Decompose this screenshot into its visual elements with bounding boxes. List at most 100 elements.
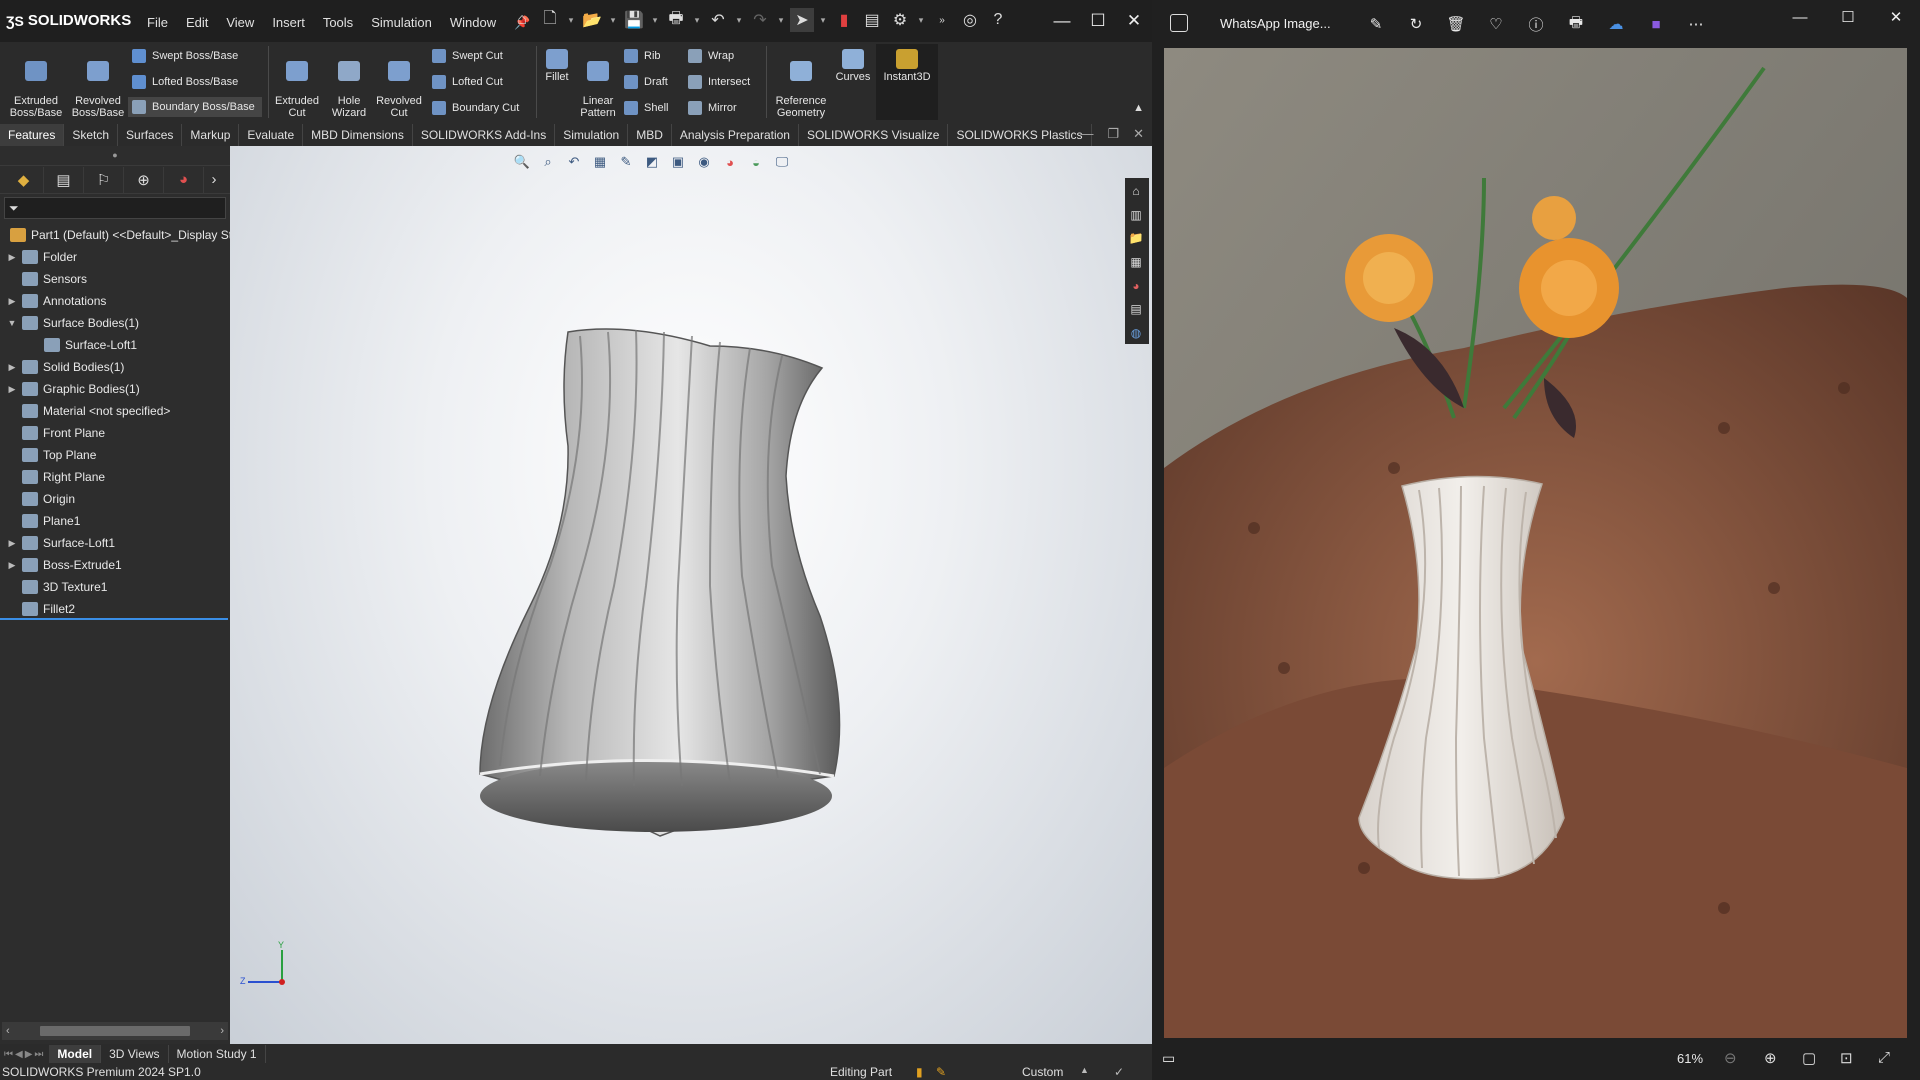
tab-motion-study[interactable]: Motion Study 1 — [169, 1045, 266, 1063]
hole-wizard-button[interactable]: Hole Wizard — [324, 46, 374, 119]
display-manager-tab-icon[interactable]: ◕ — [164, 166, 204, 193]
tab-sketch[interactable]: Sketch — [64, 124, 119, 146]
file-explorer-icon[interactable]: 📁 — [1125, 227, 1147, 249]
traffic-light-icon[interactable]: ▮ — [832, 8, 856, 32]
tree-node[interactable]: ▶ Annotations — [0, 290, 230, 312]
tree-node[interactable]: Surface-Loft1 — [0, 334, 230, 356]
revolved-cut-button[interactable]: Revolved Cut — [374, 46, 424, 119]
last-tab-icon[interactable]: ⏭ — [34, 1049, 43, 1060]
rollback-bar[interactable] — [0, 618, 228, 620]
quick-tips-icon[interactable]: ✓ — [1114, 1065, 1124, 1079]
tab-plastics[interactable]: SOLIDWORKS Plastics — [948, 124, 1092, 146]
edit-image-icon[interactable]: ✎ — [1362, 10, 1390, 38]
display-style-icon[interactable]: ▣ — [668, 152, 688, 172]
horizontal-scrollbar[interactable]: ‹ › — [2, 1022, 228, 1040]
favorite-heart-icon[interactable]: ♡ — [1482, 10, 1510, 38]
photo-viewer[interactable] — [1164, 48, 1907, 1038]
redo-icon[interactable]: ↷ — [748, 8, 772, 32]
save-icon[interactable]: 💾 — [622, 8, 646, 32]
tree-node[interactable]: Right Plane — [0, 466, 230, 488]
tree-filter[interactable]: ⏷ — [4, 197, 226, 219]
dimxpert-tab-icon[interactable]: ⊕ — [124, 166, 164, 193]
tree-node[interactable]: 3D Texture1 — [0, 576, 230, 598]
tree-node[interactable]: Sensors — [0, 268, 230, 290]
shell-button[interactable]: Shell — [624, 101, 668, 115]
close-icon[interactable]: ✕ — [1872, 0, 1920, 34]
intersect-button[interactable]: Intersect — [688, 75, 750, 89]
reference-geometry-button[interactable]: Reference Geometry — [770, 46, 832, 119]
chevron-down-icon[interactable]: ▾ — [566, 15, 576, 26]
tree-node[interactable]: ▶ Solid Bodies(1) — [0, 356, 230, 378]
tree-node[interactable]: Top Plane — [0, 444, 230, 466]
revolved-boss-button[interactable]: Revolved Boss/Base — [68, 46, 128, 119]
close-icon[interactable]: ✕ — [1116, 0, 1152, 42]
tab-surfaces[interactable]: Surfaces — [118, 124, 183, 146]
menu-simulation[interactable]: Simulation — [362, 12, 441, 34]
tree-node[interactable]: Plane1 — [0, 510, 230, 532]
unit-dropdown-icon[interactable]: ▲ — [1080, 1065, 1089, 1075]
tab-model[interactable]: Model — [49, 1045, 102, 1063]
view-orientation-icon[interactable]: ◩ — [642, 152, 662, 172]
scroll-right-icon[interactable]: › — [220, 1025, 224, 1037]
clipchamp-icon[interactable]: ■ — [1642, 10, 1670, 38]
unit-system[interactable]: Custom — [1022, 1065, 1063, 1079]
sw-resources-icon[interactable]: ⌂ — [1125, 180, 1147, 202]
tree-node[interactable]: Fillet2 — [0, 598, 230, 620]
chevron-down-icon[interactable]: ▾ — [650, 15, 660, 26]
options-gear-icon[interactable]: ⚙ — [888, 8, 912, 32]
tree-node[interactable]: Front Plane — [0, 422, 230, 444]
fullscreen-icon[interactable]: ⤢ — [1878, 1049, 1890, 1066]
tree-node[interactable]: Part1 (Default) <<Default>_Display Sta — [0, 224, 230, 246]
print-icon[interactable]: 🖶 — [1562, 10, 1590, 38]
tab-mbd[interactable]: MBD — [628, 124, 672, 146]
panel-grip[interactable]: ● — [0, 146, 230, 166]
menu-window[interactable]: Window — [441, 12, 505, 34]
tab-3d-views[interactable]: 3D Views — [101, 1045, 169, 1063]
home-icon[interactable]: ⌂ — [510, 8, 534, 32]
draft-button[interactable]: Draft — [624, 75, 668, 89]
minimize-icon[interactable]: — — [1776, 0, 1824, 34]
more-icon[interactable]: » — [930, 8, 954, 32]
lofted-cut-button[interactable]: Lofted Cut — [432, 75, 503, 89]
tree-node[interactable]: ▶ Graphic Bodies(1) — [0, 378, 230, 400]
tree-node[interactable]: ▶ Surface-Loft1 — [0, 532, 230, 554]
actual-size-icon[interactable]: ⊡ — [1840, 1049, 1853, 1067]
boundary-cut-button[interactable]: Boundary Cut — [432, 101, 519, 115]
chevron-down-icon[interactable]: ▾ — [608, 15, 618, 26]
tab-simulation[interactable]: Simulation — [555, 124, 629, 146]
tab-mbd-dimensions[interactable]: MBD Dimensions — [303, 124, 413, 146]
chevron-down-icon[interactable]: ▾ — [818, 15, 828, 26]
doc-restore-icon[interactable]: ❐ — [1107, 126, 1119, 142]
boundary-boss-button[interactable]: Boundary Boss/Base — [128, 97, 262, 117]
extruded-boss-button[interactable]: Extruded Boss/Base — [6, 46, 66, 119]
tree-node[interactable]: ▼ Surface Bodies(1) — [0, 312, 230, 334]
hide-show-items-icon[interactable]: ◉ — [694, 152, 714, 172]
design-library-icon[interactable]: ▥ — [1125, 204, 1147, 226]
curves-button[interactable]: Curves — [834, 46, 872, 83]
tree-node[interactable]: ▶ Boss-Extrude1 — [0, 554, 230, 576]
menu-edit[interactable]: Edit — [177, 12, 217, 34]
custom-properties-icon[interactable]: ▤ — [1125, 299, 1147, 321]
expand-arrow-icon[interactable]: ▼ — [6, 318, 18, 328]
chevron-right-icon[interactable]: › — [204, 167, 224, 193]
swept-cut-button[interactable]: Swept Cut — [432, 49, 503, 63]
instant3d-button[interactable]: Instant3D — [876, 44, 938, 120]
tab-features[interactable]: Features — [0, 124, 65, 146]
solidworks-logo[interactable]: ƷS SOLIDWORKS — [6, 12, 131, 29]
previous-view-icon[interactable]: ↶ — [564, 152, 584, 172]
tab-markup[interactable]: Markup — [182, 124, 240, 146]
feature-manager-tab-icon[interactable]: ◆ — [4, 166, 44, 193]
scroll-left-icon[interactable]: ‹ — [6, 1025, 10, 1037]
dynamic-annotation-icon[interactable]: ✎ — [616, 152, 636, 172]
edit-appearance-icon[interactable]: ◕ — [720, 152, 740, 172]
swept-boss-button[interactable]: Swept Boss/Base — [132, 49, 238, 63]
property-manager-tab-icon[interactable]: ▤ — [44, 166, 84, 193]
view-settings-icon[interactable]: 🖵 — [772, 152, 792, 172]
help-icon[interactable]: ? — [986, 8, 1010, 32]
chevron-down-icon[interactable]: ▾ — [734, 15, 744, 26]
info-icon[interactable]: ⓘ — [1522, 10, 1550, 38]
new-document-icon[interactable]: 🗋 — [538, 8, 562, 32]
tree-node[interactable]: Origin — [0, 488, 230, 510]
zoom-to-fit-icon[interactable]: 🔍 — [512, 152, 532, 172]
appearances-icon[interactable]: ◕ — [1125, 275, 1147, 297]
